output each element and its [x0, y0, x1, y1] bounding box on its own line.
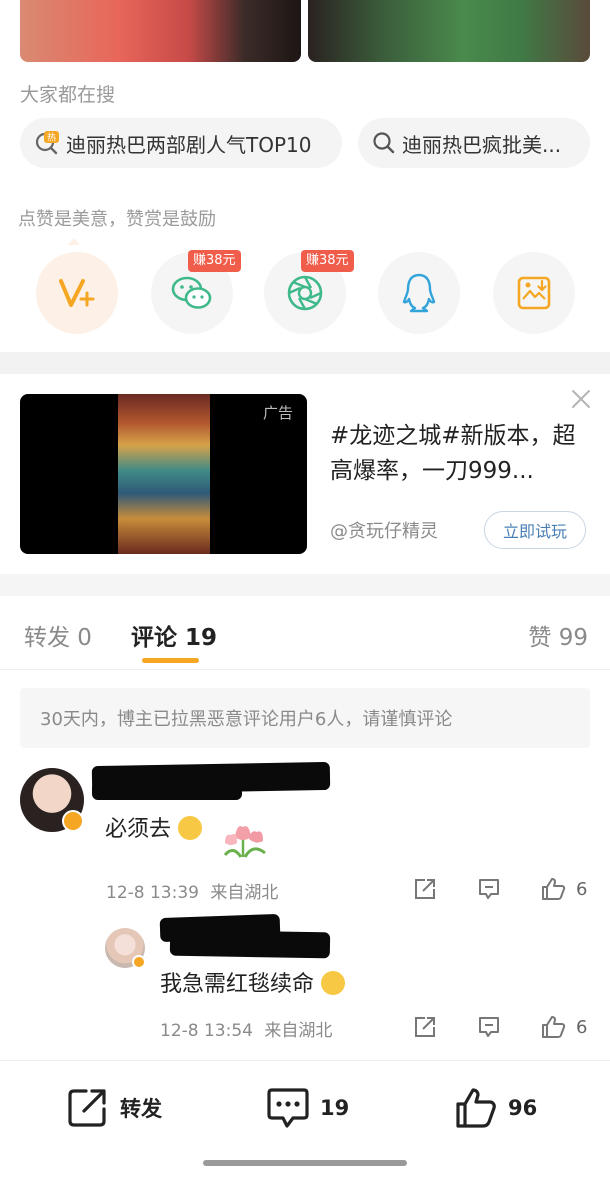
comment-time: 12-8 13:39 来自湖北	[106, 878, 278, 903]
crying-face-icon	[321, 971, 346, 995]
comment-icon[interactable]	[477, 877, 501, 901]
bottom-like-count: 96	[508, 1096, 538, 1120]
reply-time: 12-8 13:54 来自湖北	[160, 1016, 332, 1041]
ad-author[interactable]: @贪玩仔精灵	[330, 517, 438, 543]
home-indicator	[203, 1160, 407, 1166]
active-tab-indicator	[142, 658, 199, 663]
reward-section-label: 点赞是美意，赞赏是鼓励	[18, 209, 216, 230]
ad-video[interactable]: 广告	[20, 394, 307, 554]
redacted-username-2	[92, 782, 242, 800]
comment-text: 必须去	[105, 811, 203, 843]
bottom-like-button[interactable]: 96	[454, 1085, 537, 1131]
bottom-comment-count: 19	[320, 1096, 350, 1120]
hot-search-icon: 热	[35, 131, 59, 155]
like-icon[interactable]	[540, 876, 566, 902]
hot-search-text-1: 迪丽热巴两部剧人气TOP10	[66, 132, 312, 157]
repost-icon[interactable]	[413, 877, 437, 901]
hot-search-pill-2[interactable]: 迪丽热巴疯批美...	[358, 118, 590, 168]
reply-text: 我急需红毯续命	[160, 966, 346, 998]
verified-badge-icon	[62, 810, 84, 832]
reply-body: 我急需红毯续命	[160, 972, 315, 997]
like-icon[interactable]	[540, 1014, 566, 1040]
hot-badge: 热	[47, 132, 56, 144]
reply-verified-badge-icon	[132, 955, 146, 969]
save-image-button[interactable]	[493, 252, 575, 334]
wechat-earn-badge: 赚38元	[188, 250, 241, 272]
tab-comments[interactable]: 评论 19	[131, 618, 217, 652]
comment-like-count: 6	[576, 879, 588, 900]
comment-notice: 30天内，博主已拉黑恶意评论用户6人，请谨慎评论	[20, 688, 590, 748]
section-divider	[0, 352, 610, 374]
reply-location: 来自湖北	[264, 1021, 333, 1041]
tulip-sticker	[223, 826, 266, 858]
redacted-reply-username-2	[169, 929, 331, 959]
reply-time-text: 12-8 13:54	[160, 1021, 253, 1041]
repost-icon[interactable]	[413, 1015, 437, 1039]
section-divider-2	[0, 574, 610, 596]
v-plus-icon	[59, 279, 95, 307]
image-download-icon	[517, 276, 551, 310]
search-icon	[373, 132, 395, 154]
share-row: 赚38元 赚38元	[0, 250, 610, 336]
tooltip-caret	[68, 238, 80, 245]
tab-repost[interactable]: 转发 0	[24, 618, 92, 652]
share-icon	[68, 1089, 106, 1127]
interaction-tabs: 转发 0 评论 19 赞 99	[0, 600, 610, 670]
comment-body: 必须去	[105, 817, 172, 842]
qq-share-button[interactable]	[378, 252, 460, 334]
post-image-left[interactable]	[20, 0, 301, 62]
v-plus-button[interactable]	[36, 252, 118, 334]
comment-bubble-icon	[267, 1088, 309, 1128]
bottom-repost-label: 转发	[120, 1097, 162, 1121]
ad-title[interactable]: #龙迹之城#新版本，超高爆率，一刀999...	[330, 419, 590, 489]
tab-likes[interactable]: 赞 99	[528, 618, 588, 652]
qq-icon	[402, 273, 436, 313]
wechat-icon	[171, 276, 212, 309]
comment-time-text: 12-8 13:39	[106, 883, 199, 903]
bottom-comment-button[interactable]: 19	[266, 1085, 349, 1131]
ad-game-thumbnail	[118, 394, 210, 554]
moments-earn-badge: 赚38元	[301, 250, 354, 272]
hot-search-text-2: 迪丽热巴疯批美...	[402, 132, 562, 157]
moments-icon	[287, 275, 323, 311]
crying-face-icon	[178, 816, 203, 840]
hot-search-pill-1[interactable]: 热 迪丽热巴两部剧人气TOP10	[20, 118, 342, 168]
comment-location: 来自湖北	[210, 883, 279, 903]
search-section-label: 大家都在搜	[20, 84, 116, 106]
comment-icon[interactable]	[477, 1015, 501, 1039]
ad-tag: 广告	[262, 404, 293, 422]
thumbs-up-icon	[456, 1088, 496, 1128]
close-icon[interactable]	[570, 388, 592, 410]
bottom-repost-button[interactable]: 转发	[66, 1085, 162, 1131]
post-image-right[interactable]	[308, 0, 590, 62]
reply-like-count: 6	[576, 1017, 588, 1038]
ad-try-button[interactable]: 立即试玩	[484, 511, 586, 549]
